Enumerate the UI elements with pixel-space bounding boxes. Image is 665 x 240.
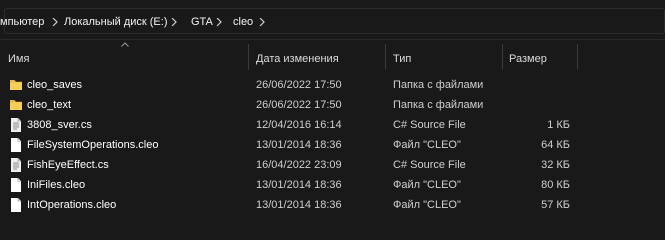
file-size: 32 КБ [541, 159, 570, 171]
file-date: 26/06/2022 17:50 [256, 99, 342, 111]
file-type: Файл "CLEO" [393, 139, 461, 151]
file-type: Файл "CLEO" [393, 179, 461, 191]
file-type: Папка с файлами [393, 99, 484, 111]
file-date: 13/01/2014 18:36 [256, 139, 342, 151]
file-size: 1 КБ [547, 119, 570, 131]
column-name-header[interactable]: Имя [8, 52, 29, 66]
file-size: 64 КБ [541, 139, 570, 151]
file-name: cleo_saves [27, 79, 83, 91]
file-name: FileSystemOperations.cleo [27, 139, 159, 151]
file-name: 3808_sver.cs [27, 119, 92, 131]
column-date-header[interactable]: Дата изменения [256, 52, 339, 66]
column-divider[interactable] [502, 44, 503, 70]
breadcrumb-cleo[interactable]: cleo [233, 15, 253, 29]
file-date: 26/06/2022 17:50 [256, 79, 342, 91]
file-name: FishEyeEffect.cs [27, 159, 109, 171]
chevron-right-icon[interactable] [52, 15, 62, 29]
column-type-header[interactable]: Тип [393, 52, 411, 66]
file-row[interactable]: IntOperations.cleo 13/01/2014 18:36 Файл… [0, 195, 665, 215]
file-size: 80 КБ [541, 179, 570, 191]
breadcrumb-local-disk[interactable]: Локальный диск (E:) [64, 15, 168, 29]
file-row[interactable]: FileSystemOperations.cleo 13/01/2014 18:… [0, 135, 665, 155]
cs-file-icon [11, 118, 21, 132]
file-type: C# Source File [393, 159, 466, 171]
file-name: IniFiles.cleo [27, 179, 86, 191]
file-date: 16/04/2022 23:09 [256, 159, 342, 171]
file-type: Файл "CLEO" [393, 199, 461, 211]
file-row[interactable]: IniFiles.cleo 13/01/2014 18:36 Файл "CLE… [0, 175, 665, 195]
column-divider[interactable] [248, 44, 249, 70]
file-name: IntOperations.cleo [27, 199, 117, 211]
file-row[interactable]: 3808_sver.cs 12/04/2016 16:14 C# Source … [0, 115, 665, 135]
folder-icon [10, 100, 22, 110]
column-divider[interactable] [577, 44, 578, 70]
file-row[interactable]: cleo_saves 26/06/2022 17:50 Папка с файл… [0, 75, 665, 95]
folder-icon [10, 80, 22, 90]
breadcrumb-gta[interactable]: GTA [191, 15, 213, 29]
cs-file-icon [11, 158, 21, 172]
chevron-right-icon[interactable] [171, 15, 181, 29]
column-divider[interactable] [385, 44, 386, 70]
column-size-header[interactable]: Размер [509, 52, 547, 66]
chevron-right-icon[interactable] [216, 15, 226, 29]
file-date: 13/01/2014 18:36 [256, 199, 342, 211]
file-icon [11, 138, 21, 152]
file-name: cleo_text [27, 99, 72, 111]
file-type: C# Source File [393, 119, 466, 131]
address-bar[interactable]: мпьютер Локальный диск (E:) GTA cleo [0, 0, 665, 40]
sort-up-icon[interactable] [121, 42, 129, 47]
file-row[interactable]: FishEyeEffect.cs 16/04/2022 23:09 C# Sou… [0, 155, 665, 175]
chevron-right-icon[interactable] [259, 15, 269, 29]
file-icon [11, 178, 21, 192]
file-size: 57 КБ [541, 199, 570, 211]
file-date: 12/04/2016 16:14 [256, 119, 342, 131]
file-row[interactable]: cleo_text 26/06/2022 17:50 Папка с файла… [0, 95, 665, 115]
file-date: 13/01/2014 18:36 [256, 179, 342, 191]
file-icon [11, 198, 21, 212]
file-type: Папка с файлами [393, 79, 484, 91]
breadcrumb-computer[interactable]: мпьютер [0, 15, 44, 29]
